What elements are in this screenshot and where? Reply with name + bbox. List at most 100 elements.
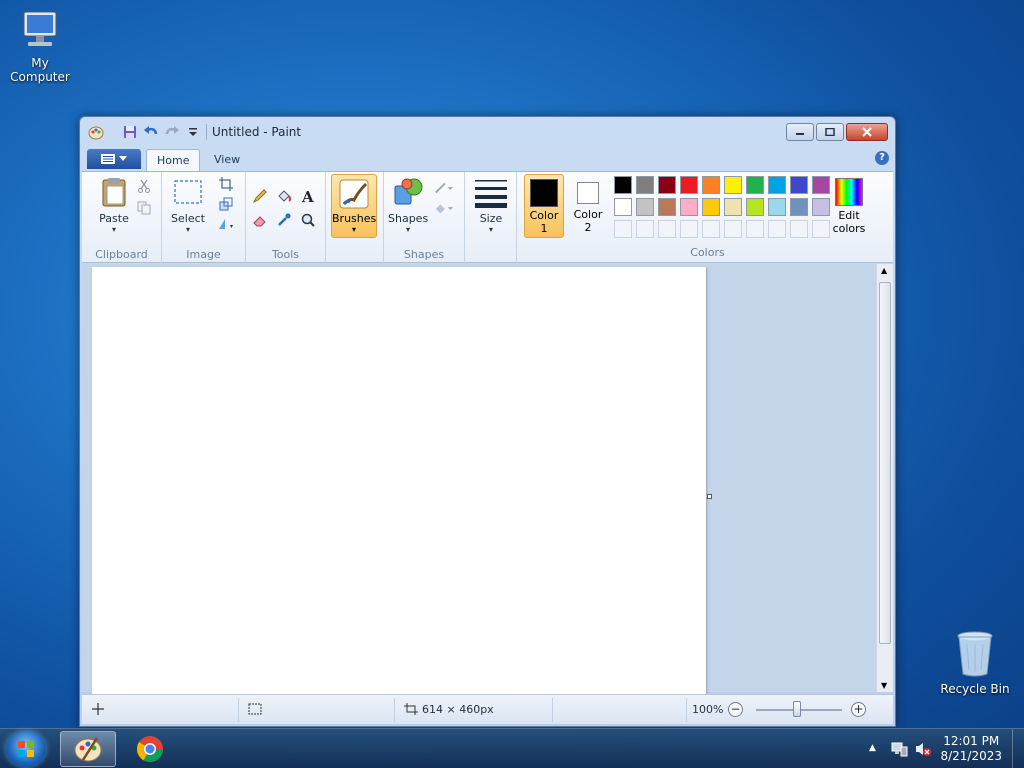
palette-swatch[interactable] bbox=[812, 176, 830, 194]
palette-swatch[interactable] bbox=[680, 198, 698, 216]
palette-swatch-empty[interactable] bbox=[790, 220, 808, 238]
customize-quick-access-icon[interactable] bbox=[185, 124, 201, 140]
shapes-button[interactable]: Shapes ▾ bbox=[388, 176, 428, 240]
palette-swatch[interactable] bbox=[746, 176, 764, 194]
scrollbar-thumb[interactable] bbox=[879, 282, 891, 644]
redo-icon[interactable] bbox=[164, 124, 180, 140]
palette-swatch[interactable] bbox=[724, 198, 742, 216]
tab-home[interactable]: Home bbox=[146, 149, 201, 171]
palette-swatch[interactable] bbox=[658, 198, 676, 216]
desktop-icon-label: Recycle Bin bbox=[940, 682, 1010, 696]
network-icon[interactable] bbox=[890, 741, 908, 757]
color-picker-icon[interactable] bbox=[274, 210, 294, 230]
chevron-down-icon: ▾ bbox=[185, 225, 190, 234]
show-hidden-icons-icon[interactable]: ▲ bbox=[869, 743, 885, 759]
size-group: Size ▾ bbox=[465, 172, 517, 264]
palette-swatch-empty[interactable] bbox=[658, 220, 676, 238]
palette-swatch-empty[interactable] bbox=[768, 220, 786, 238]
text-icon[interactable]: A bbox=[298, 186, 318, 206]
minimize-button[interactable] bbox=[786, 123, 814, 141]
maximize-button[interactable] bbox=[816, 123, 844, 141]
group-label-tools: Tools bbox=[271, 248, 300, 261]
cut-icon[interactable] bbox=[134, 176, 154, 196]
tab-view[interactable]: View bbox=[204, 149, 250, 171]
select-icon bbox=[172, 176, 204, 208]
undo-icon[interactable] bbox=[143, 124, 159, 140]
color2-button[interactable]: Color 2 bbox=[568, 174, 608, 238]
palette-swatch[interactable] bbox=[768, 198, 786, 216]
palette-swatch[interactable] bbox=[702, 198, 720, 216]
palette-swatch-empty[interactable] bbox=[614, 220, 632, 238]
scroll-up-icon[interactable]: ▲ bbox=[881, 266, 887, 275]
desktop-icon-my-computer[interactable]: My Computer bbox=[0, 8, 80, 84]
palette-swatch[interactable] bbox=[636, 176, 654, 194]
image-group: Select ▾ Image bbox=[162, 172, 246, 264]
close-button[interactable] bbox=[846, 123, 888, 141]
fill-icon[interactable] bbox=[274, 186, 294, 206]
palette-swatch[interactable] bbox=[746, 198, 764, 216]
clock-date: 8/21/2023 bbox=[940, 749, 1002, 763]
paste-button[interactable]: Paste ▾ bbox=[94, 176, 134, 240]
palette-swatch[interactable] bbox=[636, 198, 654, 216]
size-button[interactable]: Size ▾ bbox=[471, 176, 511, 240]
fill-shape-icon[interactable] bbox=[434, 198, 454, 218]
outline-icon[interactable] bbox=[434, 178, 454, 198]
start-button[interactable] bbox=[6, 731, 46, 767]
palette-swatch-empty[interactable] bbox=[724, 220, 742, 238]
tools-group: A Tools bbox=[246, 172, 326, 264]
save-icon[interactable] bbox=[122, 124, 138, 140]
zoom-in-button[interactable]: + bbox=[851, 702, 866, 717]
paint-app-icon[interactable] bbox=[88, 124, 104, 140]
palette-swatch-empty[interactable] bbox=[812, 220, 830, 238]
palette-swatch[interactable] bbox=[702, 176, 720, 194]
palette-swatch[interactable] bbox=[790, 198, 808, 216]
palette-swatch-empty[interactable] bbox=[636, 220, 654, 238]
scroll-down-icon[interactable]: ▼ bbox=[881, 681, 887, 690]
palette-swatch[interactable] bbox=[790, 176, 808, 194]
palette-swatch-empty[interactable] bbox=[702, 220, 720, 238]
clipboard-group: Paste ▾ Clipboard bbox=[82, 172, 162, 264]
zoom-out-button[interactable]: − bbox=[728, 702, 743, 717]
magnifier-icon[interactable] bbox=[298, 210, 318, 230]
zoom-slider-thumb[interactable] bbox=[793, 701, 801, 717]
status-bar: 614 × 460px 100% − + bbox=[82, 694, 893, 724]
copy-icon[interactable] bbox=[134, 198, 154, 218]
volume-muted-icon[interactable] bbox=[914, 741, 931, 757]
palette-swatch-empty[interactable] bbox=[746, 220, 764, 238]
vertical-scrollbar[interactable]: ▲ ▼ bbox=[876, 264, 893, 692]
drawing-canvas[interactable] bbox=[92, 267, 706, 695]
eraser-icon[interactable] bbox=[250, 210, 270, 230]
group-label-shapes: Shapes bbox=[403, 248, 445, 261]
palette-swatch[interactable] bbox=[680, 176, 698, 194]
taskbar-chrome[interactable] bbox=[122, 731, 178, 767]
desktop-icon-recycle-bin[interactable]: Recycle Bin bbox=[935, 630, 1015, 696]
edit-colors-label: Edit bbox=[838, 209, 860, 222]
palette-swatch[interactable] bbox=[812, 198, 830, 216]
edit-colors-button[interactable]: Edit colors bbox=[830, 174, 868, 240]
palette-swatch-empty[interactable] bbox=[680, 220, 698, 238]
palette-swatch[interactable] bbox=[724, 176, 742, 194]
help-icon[interactable]: ? bbox=[875, 151, 889, 165]
paint-menu-button[interactable] bbox=[87, 149, 141, 169]
crop-icon[interactable] bbox=[216, 174, 236, 194]
palette-swatch[interactable] bbox=[768, 176, 786, 194]
select-button[interactable]: Select ▾ bbox=[168, 176, 208, 240]
group-label-clipboard: Clipboard bbox=[95, 248, 148, 261]
system-clock[interactable]: 12:01 PM 8/21/2023 bbox=[940, 734, 1002, 764]
brushes-icon bbox=[338, 178, 370, 210]
canvas-resize-handle[interactable] bbox=[707, 494, 712, 499]
chevron-down-icon: ▾ bbox=[111, 225, 116, 234]
title-bar[interactable]: Untitled - Paint bbox=[80, 117, 895, 147]
brushes-button[interactable]: Brushes ▾ bbox=[331, 174, 377, 238]
palette-swatch[interactable] bbox=[614, 198, 632, 216]
palette-swatch[interactable] bbox=[614, 176, 632, 194]
taskbar-paint[interactable] bbox=[60, 731, 116, 767]
rotate-icon[interactable] bbox=[216, 214, 236, 234]
color1-button[interactable]: Color 1 bbox=[524, 174, 564, 238]
show-desktop-button[interactable] bbox=[1012, 729, 1024, 768]
pencil-icon[interactable] bbox=[250, 186, 270, 206]
palette-swatch[interactable] bbox=[658, 176, 676, 194]
size-label: Size bbox=[479, 212, 503, 225]
resize-icon[interactable] bbox=[216, 194, 236, 214]
canvas-dimensions: 614 × 460px bbox=[422, 703, 494, 716]
